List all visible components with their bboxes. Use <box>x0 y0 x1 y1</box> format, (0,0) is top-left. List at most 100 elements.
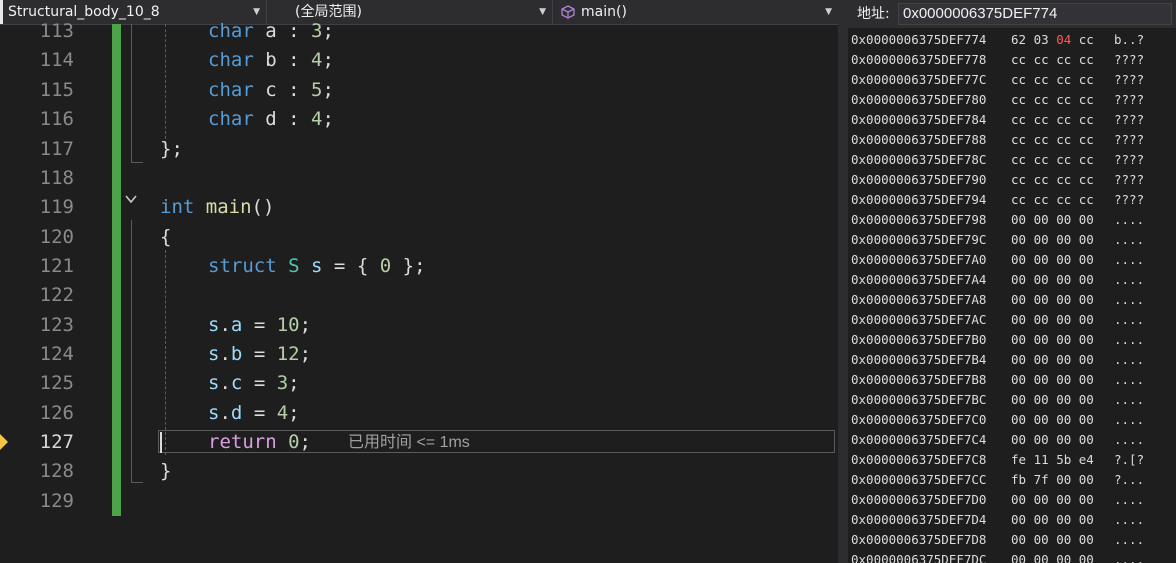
memory-byte[interactable]: cc <box>1011 72 1026 87</box>
memory-byte[interactable]: 00 <box>1056 412 1071 427</box>
memory-byte[interactable]: cc <box>1056 112 1071 127</box>
memory-byte[interactable]: 00 <box>1011 292 1026 307</box>
code-line-114[interactable]: char b : 4; <box>208 49 334 71</box>
memory-byte[interactable]: 04 <box>1056 32 1071 47</box>
memory-byte[interactable]: 00 <box>1056 512 1071 527</box>
memory-row[interactable]: 0x0000006375DEF7D0 00 00 00 00.... <box>848 490 1176 510</box>
memory-bytes[interactable]: 62 03 04 cc <box>1011 30 1094 50</box>
memory-row[interactable]: 0x0000006375DEF7AC 00 00 00 00.... <box>848 310 1176 330</box>
memory-byte[interactable]: cc <box>1079 112 1094 127</box>
memory-byte[interactable]: 00 <box>1079 292 1094 307</box>
memory-byte[interactable]: 00 <box>1011 352 1026 367</box>
memory-byte[interactable]: 5b <box>1056 452 1071 467</box>
memory-byte[interactable]: 00 <box>1034 212 1049 227</box>
code-line-120[interactable]: { <box>160 226 171 248</box>
memory-byte[interactable]: 00 <box>1011 212 1026 227</box>
memory-byte[interactable]: cc <box>1034 132 1049 147</box>
memory-bytes[interactable]: 00 00 00 00 <box>1011 270 1094 290</box>
memory-bytes[interactable]: 00 00 00 00 <box>1011 370 1094 390</box>
memory-byte[interactable]: 00 <box>1011 432 1026 447</box>
memory-row[interactable]: 0x0000006375DEF784 cc cc cc cc???? <box>848 110 1176 130</box>
memory-byte[interactable]: 00 <box>1079 232 1094 247</box>
memory-byte[interactable]: 00 <box>1011 272 1026 287</box>
memory-byte[interactable]: 00 <box>1056 312 1071 327</box>
memory-byte[interactable]: 00 <box>1056 212 1071 227</box>
memory-byte[interactable]: 00 <box>1079 552 1094 563</box>
memory-byte[interactable]: 00 <box>1011 532 1026 547</box>
memory-byte[interactable]: 00 <box>1011 372 1026 387</box>
collapse-chevron-icon[interactable] <box>124 192 138 206</box>
memory-byte[interactable]: 00 <box>1079 412 1094 427</box>
memory-row[interactable]: 0x0000006375DEF788 cc cc cc cc???? <box>848 130 1176 150</box>
memory-byte[interactable]: 00 <box>1056 472 1071 487</box>
memory-bytes[interactable]: cc cc cc cc <box>1011 70 1094 90</box>
memory-byte[interactable]: 00 <box>1011 492 1026 507</box>
code-line-128[interactable]: } <box>160 460 171 482</box>
memory-byte[interactable]: e4 <box>1079 452 1094 467</box>
memory-bytes[interactable]: cc cc cc cc <box>1011 110 1094 130</box>
code-line-124[interactable]: s.b = 12; <box>208 343 311 365</box>
memory-byte[interactable]: 00 <box>1056 492 1071 507</box>
function-scope-dropdown[interactable]: main() ▼ <box>553 0 838 24</box>
memory-byte[interactable]: 00 <box>1079 312 1094 327</box>
memory-row[interactable]: 0x0000006375DEF7B0 00 00 00 00.... <box>848 330 1176 350</box>
memory-bytes[interactable]: 00 00 00 00 <box>1011 530 1094 550</box>
memory-bytes[interactable]: cc cc cc cc <box>1011 50 1094 70</box>
memory-row[interactable]: 0x0000006375DEF780 cc cc cc cc???? <box>848 90 1176 110</box>
memory-bytes[interactable]: 00 00 00 00 <box>1011 230 1094 250</box>
memory-byte[interactable]: 00 <box>1011 252 1026 267</box>
memory-byte[interactable]: 00 <box>1034 352 1049 367</box>
memory-byte[interactable]: 00 <box>1056 232 1071 247</box>
memory-byte[interactable]: 00 <box>1034 292 1049 307</box>
memory-byte[interactable]: 00 <box>1034 412 1049 427</box>
memory-byte[interactable]: cc <box>1079 192 1094 207</box>
memory-byte[interactable]: cc <box>1079 132 1094 147</box>
memory-bytes[interactable]: cc cc cc cc <box>1011 170 1094 190</box>
memory-byte[interactable]: cc <box>1056 172 1071 187</box>
memory-row[interactable]: 0x0000006375DEF7BC 00 00 00 00.... <box>848 390 1176 410</box>
memory-bytes[interactable]: 00 00 00 00 <box>1011 390 1094 410</box>
memory-byte[interactable]: 00 <box>1056 372 1071 387</box>
code-line-123[interactable]: s.a = 10; <box>208 314 311 336</box>
memory-byte[interactable]: cc <box>1034 152 1049 167</box>
code-line-127[interactable]: return 0; <box>208 431 311 453</box>
code-line-115[interactable]: char c : 5; <box>208 79 334 101</box>
memory-row[interactable]: 0x0000006375DEF7A0 00 00 00 00.... <box>848 250 1176 270</box>
memory-byte[interactable]: cc <box>1011 152 1026 167</box>
memory-row[interactable]: 0x0000006375DEF778 cc cc cc cc???? <box>848 50 1176 70</box>
memory-bytes[interactable]: 00 00 00 00 <box>1011 410 1094 430</box>
memory-byte[interactable]: 00 <box>1056 552 1071 563</box>
memory-byte[interactable]: 7f <box>1034 472 1049 487</box>
code-editor[interactable]: Structural_body_10_8 ▼ (全局范围) ▼ main() ▼… <box>0 0 838 563</box>
memory-byte[interactable]: 00 <box>1079 472 1094 487</box>
memory-bytes[interactable]: fb 7f 00 00 <box>1011 470 1094 490</box>
memory-byte[interactable]: cc <box>1079 32 1094 47</box>
memory-byte[interactable]: cc <box>1079 152 1094 167</box>
memory-byte[interactable]: 00 <box>1034 512 1049 527</box>
memory-byte[interactable]: cc <box>1034 112 1049 127</box>
memory-byte[interactable]: 00 <box>1056 272 1071 287</box>
memory-byte[interactable]: cc <box>1011 172 1026 187</box>
memory-byte[interactable]: cc <box>1011 92 1026 107</box>
memory-byte[interactable]: 00 <box>1056 532 1071 547</box>
code-line-121[interactable]: struct S s = { 0 }; <box>208 255 426 277</box>
memory-byte[interactable]: 00 <box>1011 332 1026 347</box>
memory-byte[interactable]: 00 <box>1011 512 1026 527</box>
memory-bytes[interactable]: 00 00 00 00 <box>1011 310 1094 330</box>
memory-row[interactable]: 0x0000006375DEF7D8 00 00 00 00.... <box>848 530 1176 550</box>
memory-row[interactable]: 0x0000006375DEF794 cc cc cc cc???? <box>848 190 1176 210</box>
memory-byte[interactable]: 00 <box>1056 352 1071 367</box>
memory-byte[interactable]: cc <box>1034 172 1049 187</box>
memory-byte[interactable]: 00 <box>1079 352 1094 367</box>
memory-byte[interactable]: 00 <box>1034 252 1049 267</box>
memory-byte[interactable]: 00 <box>1056 392 1071 407</box>
memory-row[interactable]: 0x0000006375DEF7A4 00 00 00 00.... <box>848 270 1176 290</box>
memory-byte[interactable]: 00 <box>1079 392 1094 407</box>
memory-byte[interactable]: 00 <box>1011 392 1026 407</box>
memory-byte[interactable]: 00 <box>1079 252 1094 267</box>
memory-bytes[interactable]: 00 00 00 00 <box>1011 490 1094 510</box>
memory-byte[interactable]: cc <box>1056 52 1071 67</box>
code-line-126[interactable]: s.d = 4; <box>208 402 300 424</box>
memory-bytes[interactable]: cc cc cc cc <box>1011 190 1094 210</box>
memory-byte[interactable]: cc <box>1034 192 1049 207</box>
